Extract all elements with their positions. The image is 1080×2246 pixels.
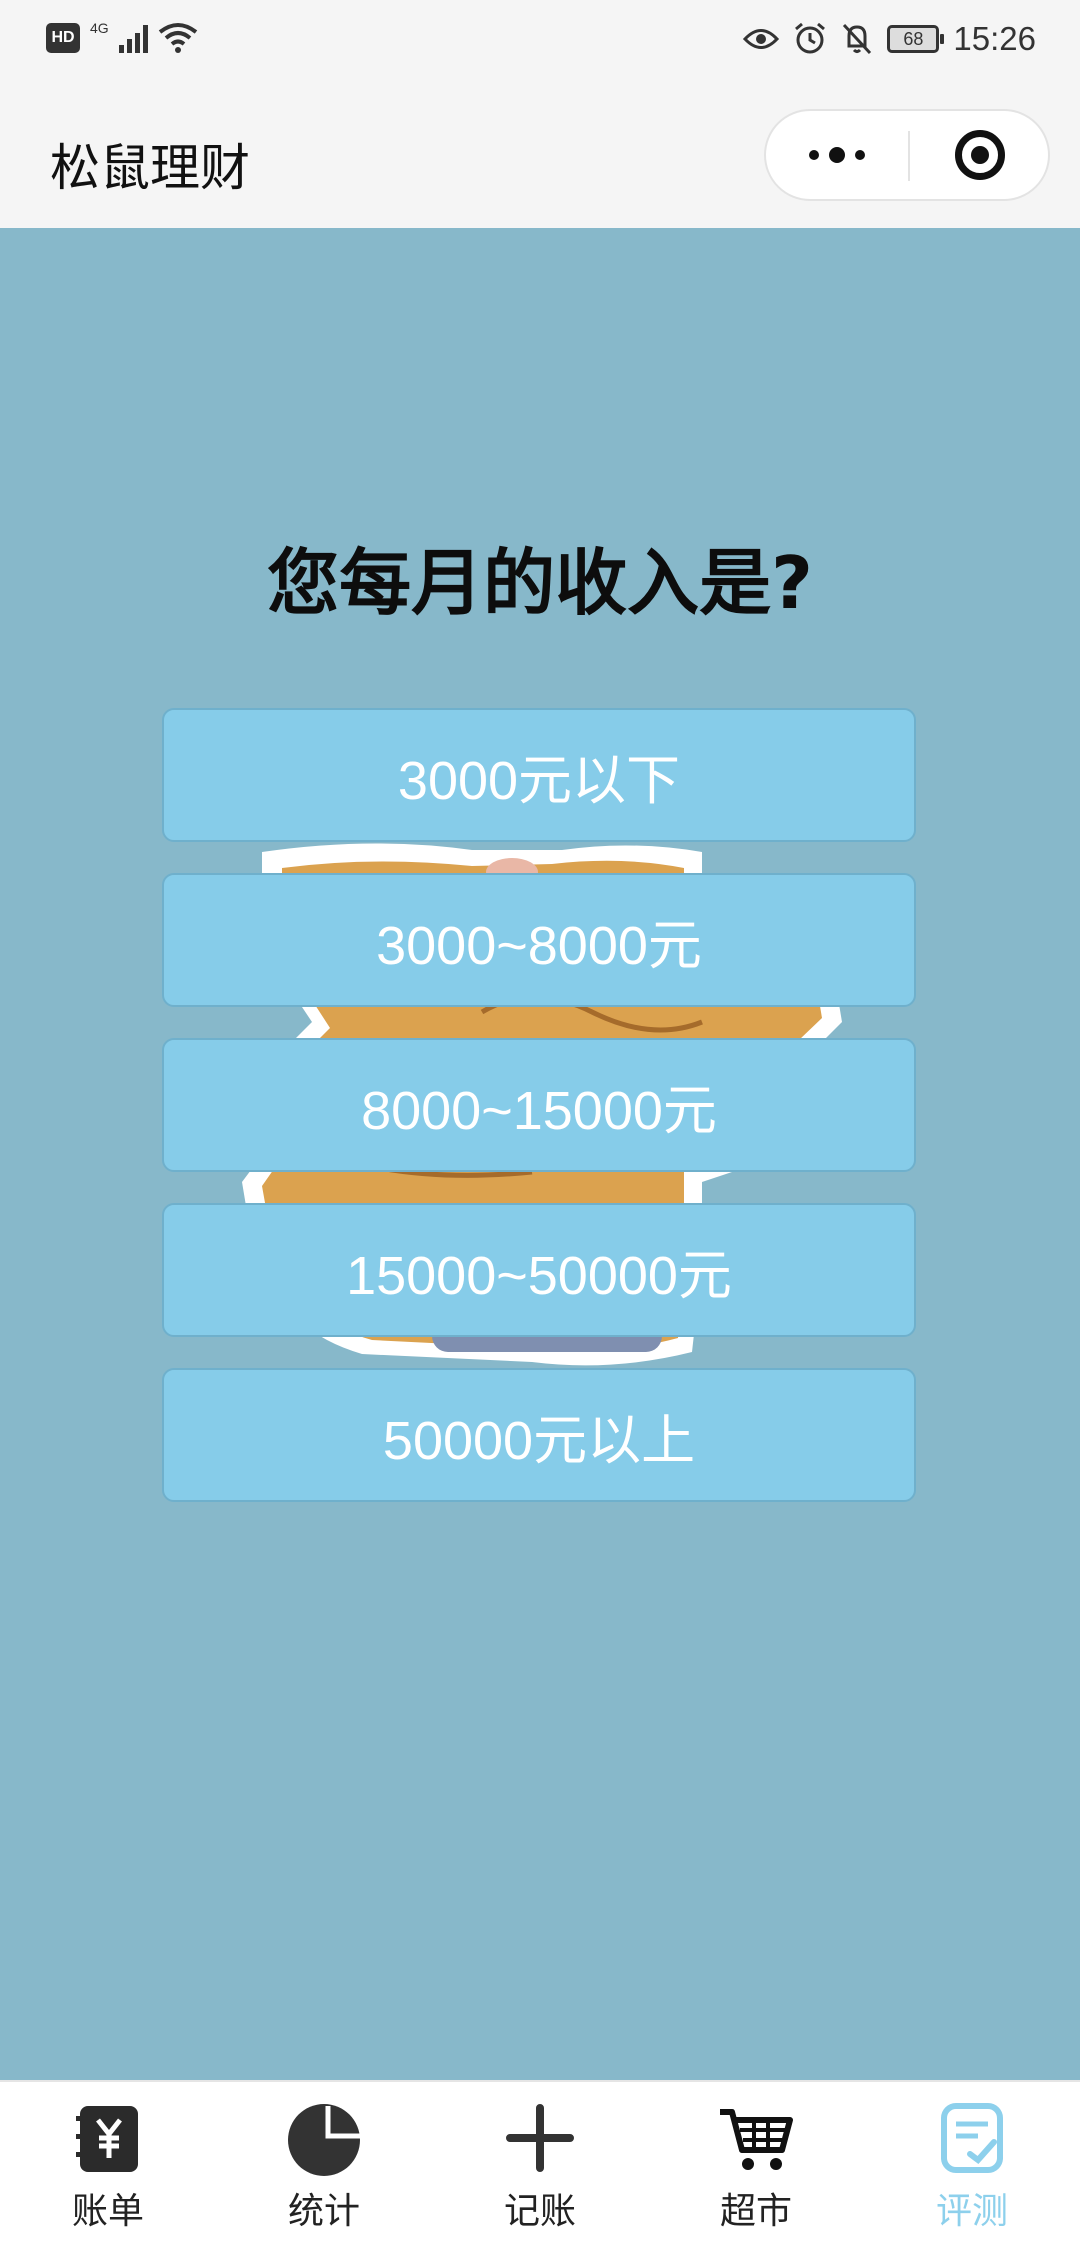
nav-bar: 松鼠理财 [0,84,1080,228]
mini-program-capsule [764,109,1050,201]
assessment-page: 您每月的收入是? 3000元以下 3000~8000元 8000~15000元 … [0,228,1080,2080]
target-icon [955,130,1005,180]
page-title: 松鼠理财 [50,139,250,197]
status-bar: HD 4G 68 15:26 [0,0,1080,84]
option-15000-50000[interactable]: 15000~50000元 [162,1203,916,1337]
pie-chart-icon [288,2104,360,2176]
hd-icon: HD [46,23,80,53]
tab-label: 统计 [287,2191,360,2232]
tab-record[interactable]: 记账 [432,2082,648,2246]
assessment-icon [941,2103,1003,2173]
tab-label: 账单 [71,2191,144,2232]
tab-label: 记账 [503,2191,576,2232]
tab-market[interactable]: 超市 [648,2082,864,2246]
more-dot [829,147,845,163]
tab-label: 超市 [719,2191,792,2232]
more-button[interactable] [766,111,908,199]
option-above-50000[interactable]: 50000元以上 [162,1368,916,1502]
signal-icon [118,23,148,53]
tab-label: 评测 [935,2191,1008,2232]
alarm-icon [795,22,826,54]
option-3000-8000[interactable]: 3000~8000元 [162,873,916,1007]
network-type: 4G [90,20,109,36]
question-title: 您每月的收入是? [267,541,813,625]
tab-assessment[interactable]: 评测 [864,2082,1080,2246]
tab-bar: 账单 统计 记账 超市 评测 [0,2080,1080,2246]
tab-statistics[interactable]: 统计 [216,2082,432,2246]
eye-icon [743,29,780,49]
more-dot [809,150,819,160]
close-button[interactable] [910,111,1050,199]
tab-bill[interactable]: 账单 [0,2082,216,2246]
cart-icon [720,2109,793,2170]
battery-icon: 68 [887,25,945,53]
status-left: HD 4G [46,20,198,54]
clock: 15:26 [953,20,1036,57]
status-right: 68 15:26 [743,20,1036,58]
plus-icon [506,2104,574,2172]
option-below-3000[interactable]: 3000元以下 [162,708,916,842]
bill-icon [76,2106,138,2172]
mute-icon [843,23,872,55]
wifi-icon [158,23,197,53]
more-dot [855,150,865,160]
option-8000-15000[interactable]: 8000~15000元 [162,1038,916,1172]
